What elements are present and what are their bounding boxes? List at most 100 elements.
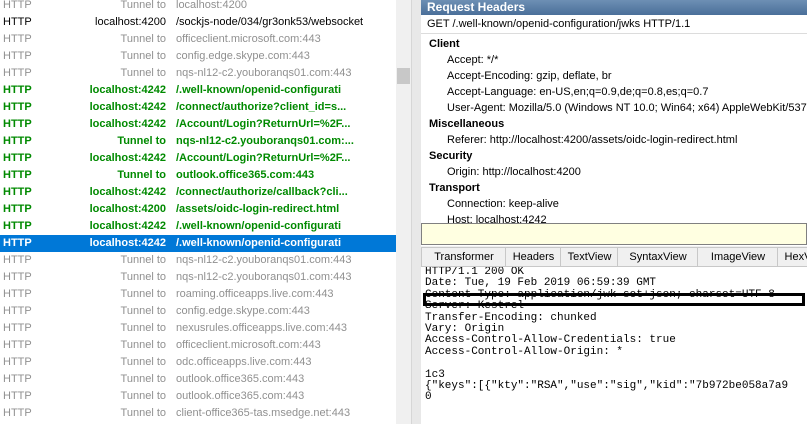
- session-host: Tunnel to: [120, 322, 166, 334]
- session-host: Tunnel to: [120, 33, 166, 45]
- session-url: localhost:4200: [176, 0, 247, 11]
- session-protocol: HTTP: [3, 0, 32, 11]
- session-row[interactable]: HTTP localhost:4242/Account/Login?ReturnU…: [0, 116, 396, 133]
- session-url: config.edge.skype.com:443: [176, 50, 310, 62]
- session-protocol: HTTP: [3, 220, 32, 232]
- header-group[interactable]: Transport: [429, 181, 480, 195]
- session-row[interactable]: HTTP Tunnel to nqs-nl12-c2.youboranqs01.co…: [0, 133, 396, 150]
- session-url: /Account/Login?ReturnUrl=%2F...: [176, 118, 351, 130]
- session-url: nexusrules.officeapps.live.com:443: [176, 322, 348, 334]
- scrollbar-thumb[interactable]: [397, 68, 410, 84]
- session-protocol: HTTP: [3, 305, 32, 317]
- response-line: Server: Kestrel: [425, 300, 525, 313]
- session-row[interactable]: HTTP Tunnel to officeclient.microsoft.com:…: [0, 337, 396, 354]
- session-url: outlook.office365.com:443: [176, 390, 305, 402]
- session-url: config.edge.skype.com:443: [176, 305, 310, 317]
- session-protocol: HTTP: [3, 33, 32, 45]
- session-row[interactable]: HTTP Tunnel to odc.officeapps.live.com:443: [0, 354, 396, 371]
- session-url: odc.officeapps.live.com:443: [176, 356, 312, 368]
- session-host: Tunnel to: [120, 288, 166, 300]
- response-raw-text[interactable]: HTTP/1.1 200 OK Date: Tue, 19 Feb 2019 06…: [421, 267, 807, 424]
- session-row[interactable]: HTTP Tunnel to localhost:4200: [0, 0, 396, 14]
- session-protocol: HTTP: [3, 67, 32, 79]
- header-item[interactable]: Referer: http://localhost:4200/assets/oi…: [447, 133, 737, 147]
- tab-headers[interactable]: Headers: [505, 247, 562, 266]
- session-host: Tunnel to: [120, 339, 166, 351]
- session-protocol: HTTP: [3, 356, 32, 368]
- session-row[interactable]: HTTP Tunnel to client-office365-tas.msedge…: [0, 405, 396, 422]
- session-url: /Account/Login?ReturnUrl=%2F...: [176, 152, 351, 164]
- session-row[interactable]: HTTP localhost:4242/Account/Login?ReturnU…: [0, 150, 396, 167]
- header-group[interactable]: Miscellaneous: [429, 117, 504, 131]
- session-row[interactable]: HTTP localhost:4200/sockjs-node/034/gr3on…: [0, 14, 396, 31]
- session-row[interactable]: HTTP Tunnel to officeclient.microsoft.com:…: [0, 31, 396, 48]
- session-host: Tunnel to: [120, 67, 166, 79]
- header-item[interactable]: Accept-Language: en-US,en;q=0.9,de;q=0.8…: [447, 85, 708, 99]
- session-protocol: HTTP: [3, 339, 32, 351]
- session-host: localhost:4242: [89, 84, 166, 96]
- session-url: /.well-known/openid-configurati: [176, 237, 341, 249]
- session-protocol: HTTP: [3, 16, 32, 28]
- sessions-list[interactable]: HTTP Tunnel to localhost:4200 HTTP localhost…: [0, 0, 396, 424]
- session-url: nqs-nl12-c2.youboranqs01.com:443: [176, 254, 352, 266]
- session-row[interactable]: HTTP Tunnel to config.edge.skype.com:443: [0, 303, 396, 320]
- sessions-scrollbar[interactable]: [396, 0, 411, 424]
- session-host: Tunnel to: [120, 271, 166, 283]
- session-row[interactable]: HTTP Tunnel to outlook.office365.com:443: [0, 388, 396, 405]
- session-host: localhost:4242: [89, 152, 166, 164]
- session-row[interactable]: HTTP localhost:4242 /.well-known/openid-co…: [0, 235, 396, 252]
- session-protocol: HTTP: [3, 271, 32, 283]
- session-url: /assets/oidc-login-redirect.html: [176, 203, 340, 215]
- session-row[interactable]: HTTP Tunnel to nqs-nl12-c2.youboranqs01.co…: [0, 269, 396, 286]
- session-protocol: HTTP: [3, 203, 32, 215]
- session-protocol: HTTP: [3, 322, 32, 334]
- session-row[interactable]: HTTP Tunnel to nqs-nl12-c2.youboranqs01.co…: [0, 252, 396, 269]
- tab-hexv[interactable]: HexV: [777, 247, 807, 266]
- header-item[interactable]: Connection: keep-alive: [447, 197, 559, 211]
- response-line: 0: [425, 391, 432, 404]
- session-protocol: HTTP: [3, 152, 32, 164]
- tab-imageview[interactable]: ImageView: [697, 247, 779, 266]
- header-item[interactable]: User-Agent: Mozilla/5.0 (Windows NT 10.0…: [447, 101, 807, 115]
- session-protocol: HTTP: [3, 186, 32, 198]
- session-url: /connect/authorize?client_id=s...: [176, 101, 347, 113]
- response-tabs: Transformer Headers TextView SyntaxView Imag…: [421, 246, 807, 267]
- session-protocol: HTTP: [3, 373, 32, 385]
- tab-transformer[interactable]: Transformer: [421, 247, 507, 266]
- response-line: {"keys":[{"kty":"RSA","use":"sig","kid":…: [425, 380, 789, 393]
- header-item[interactable]: Accept-Encoding: gzip, deflate, br: [447, 69, 611, 83]
- tab-textview[interactable]: TextView: [560, 247, 619, 266]
- session-host: localhost:4242: [89, 237, 166, 249]
- session-row[interactable]: HTTP Tunnel to outlook.office365.com:443: [0, 167, 396, 184]
- session-row[interactable]: HTTP Tunnel to nexusrules.officeapps.live.…: [0, 320, 396, 337]
- session-url: roaming.officeapps.live.com:443: [176, 288, 334, 300]
- tab-syntaxview[interactable]: SyntaxView: [617, 247, 699, 266]
- session-row[interactable]: HTTP Tunnel to config.edge.skype.com:443: [0, 48, 396, 65]
- header-item[interactable]: Origin: http://localhost:4200: [447, 165, 581, 179]
- session-row[interactable]: HTTP localhost:4242/connect/authorize/cal…: [0, 184, 396, 201]
- session-row[interactable]: HTTP Tunnel to nqs-nl12-c2.youboranqs01.co…: [0, 65, 396, 82]
- session-host: Tunnel to: [117, 169, 166, 181]
- session-protocol: HTTP: [3, 135, 32, 147]
- session-url: nqs-nl12-c2.youboranqs01.com:443: [176, 67, 352, 79]
- session-row[interactable]: HTTP Tunnel to roaming.officeapps.live.com…: [0, 286, 396, 303]
- session-protocol: HTTP: [3, 237, 32, 249]
- session-host: localhost:4200: [89, 203, 166, 215]
- info-bar: [421, 223, 807, 245]
- request-headers-title: Request Headers: [421, 0, 807, 15]
- header-group[interactable]: Security: [429, 149, 472, 163]
- session-row[interactable]: HTTP localhost:4242 /.well-known/openid-co…: [0, 218, 396, 235]
- session-row[interactable]: HTTP localhost:4242/connect/authorize?cli…: [0, 99, 396, 116]
- session-url: outlook.office365.com:443: [176, 373, 305, 385]
- session-host: localhost:4242: [89, 118, 166, 130]
- inspector-panel: Request Headers GET /.well-known/openid-…: [421, 0, 807, 424]
- header-item[interactable]: Accept: */*: [447, 53, 498, 67]
- session-protocol: HTTP: [3, 118, 32, 130]
- session-row[interactable]: HTTP localhost:4200/assets/oidc-login-red…: [0, 201, 396, 218]
- session-url: /.well-known/openid-configurati: [176, 84, 341, 96]
- header-group[interactable]: Client: [429, 37, 460, 51]
- session-row[interactable]: HTTP Tunnel to outlook.office365.com:443: [0, 371, 396, 388]
- session-row[interactable]: HTTP localhost:4242 /.well-known/openid-co…: [0, 82, 396, 99]
- request-line: GET /.well-known/openid-configuration/jw…: [427, 18, 691, 30]
- session-url: client-office365-tas.msedge.net:443: [176, 407, 351, 419]
